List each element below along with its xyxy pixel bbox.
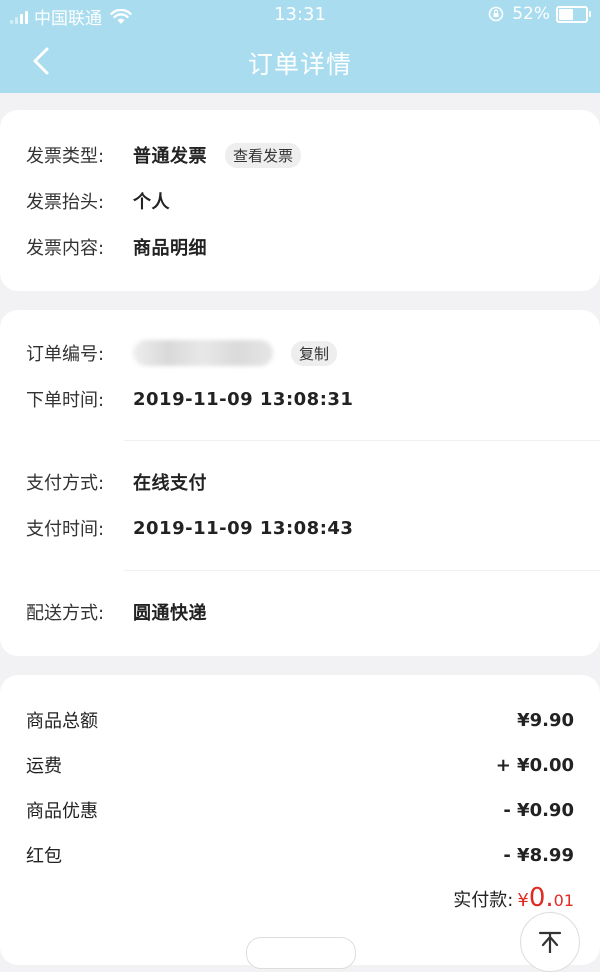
pay-method-label: 支付方式:: [26, 473, 105, 494]
paid-decimal: 01: [553, 891, 574, 910]
redpacket-label: 红包: [26, 846, 62, 867]
invoice-card: 发票类型: 普通发票 查看发票 发票抬头: 个人 发票内容: 商品明细: [0, 110, 600, 291]
delivery-row: 配送方式: 圆通快递: [26, 597, 574, 627]
invoice-title-row: 发票抬头: 个人: [26, 186, 574, 216]
order-time-row: 下单时间: 2019-11-09 13:08:31: [26, 384, 574, 414]
header-bar: 中国联通 13:31 52% 订单详情: [0, 0, 600, 93]
delivery-label: 配送方式:: [26, 603, 105, 624]
amount-card: 商品总额 ¥9.90 运费 + ¥0.00 商品优惠 - ¥0.90 红包 - …: [0, 675, 600, 965]
order-number-label: 订单编号:: [26, 344, 105, 365]
divider: [124, 570, 600, 571]
bottom-action-button[interactable]: [246, 937, 356, 969]
copy-button[interactable]: 复制: [291, 340, 338, 366]
divider: [124, 440, 600, 441]
back-to-top-button[interactable]: [520, 912, 580, 972]
invoice-type-label: 发票类型:: [26, 146, 105, 167]
order-time-label: 下单时间:: [26, 390, 105, 411]
goods-total-label: 商品总额: [26, 711, 98, 732]
invoice-title-value: 个人: [133, 192, 170, 213]
shipping-label: 运费: [26, 756, 62, 777]
order-number-row: 订单编号: 复制: [26, 338, 574, 368]
order-info-card: 订单编号: 复制 下单时间: 2019-11-09 13:08:31 支付方式:…: [0, 310, 600, 656]
view-invoice-button[interactable]: 查看发票: [225, 142, 302, 168]
invoice-title-label: 发票抬头:: [26, 192, 105, 213]
pay-method-row: 支付方式: 在线支付: [26, 467, 574, 497]
pay-time-label: 支付时间:: [26, 519, 105, 540]
redpacket-row: 红包 - ¥8.99: [26, 840, 574, 870]
back-to-top-icon: [538, 931, 562, 955]
status-right: 52%: [488, 4, 591, 24]
goods-total-row: 商品总额 ¥9.90: [26, 705, 574, 735]
order-number-blurred: [133, 340, 273, 366]
goods-total-value: ¥9.90: [517, 709, 574, 731]
discount-label: 商品优惠: [26, 801, 98, 822]
pay-time-row: 支付时间: 2019-11-09 13:08:43: [26, 513, 574, 543]
order-time-value: 2019-11-09 13:08:31: [133, 388, 354, 410]
invoice-content-label: 发票内容:: [26, 238, 105, 259]
paid-integer: 0.: [528, 883, 554, 913]
shipping-value: + ¥0.00: [495, 754, 574, 776]
redpacket-value: - ¥8.99: [503, 844, 574, 866]
pay-method-value: 在线支付: [133, 473, 207, 494]
shipping-row: 运费 + ¥0.00: [26, 750, 574, 780]
invoice-content-value: 商品明细: [133, 238, 207, 259]
pay-time-value: 2019-11-09 13:08:43: [133, 517, 354, 539]
paid-label: 实付款:: [453, 890, 514, 911]
paid-currency: ¥: [517, 890, 529, 911]
invoice-type-value: 普通发票: [133, 146, 207, 167]
rotation-lock-icon: [488, 6, 504, 22]
page-title: 订单详情: [247, 50, 352, 79]
paid-total: 实付款: ¥ 0. 01: [453, 883, 574, 913]
invoice-content-row: 发票内容: 商品明细: [26, 232, 574, 262]
delivery-value: 圆通快递: [133, 603, 207, 624]
discount-value: - ¥0.90: [503, 799, 574, 821]
status-bar: 中国联通 13:31 52%: [0, 0, 600, 30]
invoice-type-row: 发票类型: 普通发票 查看发票: [26, 140, 574, 170]
battery-percent: 52%: [512, 4, 550, 24]
battery-icon: [556, 5, 591, 23]
discount-row: 商品优惠 - ¥0.90: [26, 795, 574, 825]
